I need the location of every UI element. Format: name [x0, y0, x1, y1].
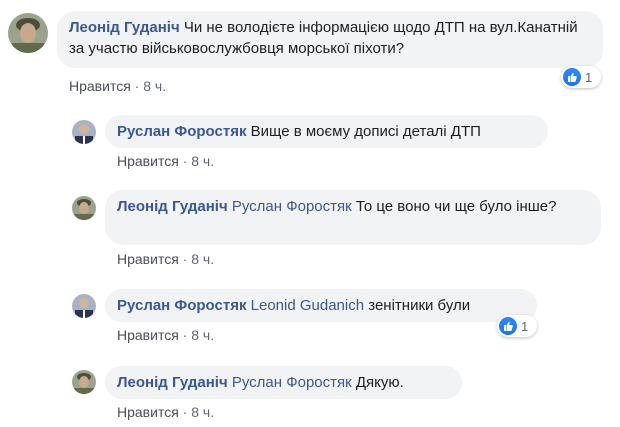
- comment-author[interactable]: Леонід Гуданіч: [69, 19, 180, 36]
- like-button[interactable]: Нравится: [117, 251, 179, 267]
- comment-text: Дякую.: [355, 374, 404, 391]
- avatar[interactable]: [8, 13, 48, 53]
- comment-mention[interactable]: Руслан Форостяк: [232, 198, 352, 215]
- comment-bubble: Руслан Форостяк Вище в моєму дописі дета…: [105, 115, 548, 148]
- reaction-number: 1: [585, 69, 593, 85]
- timestamp[interactable]: 8 ч.: [143, 78, 166, 94]
- comment-actions: Нравится · 8 ч.: [117, 251, 215, 267]
- comment-bubble: Руслан Форостяк Leonid Gudanich зенітник…: [105, 289, 537, 322]
- reaction-number: 1: [521, 318, 529, 334]
- avatar[interactable]: [72, 120, 96, 144]
- like-thumb-icon: [563, 68, 581, 86]
- comment-actions: Нравится · 8 ч.: [69, 78, 167, 94]
- comment-actions: Нравится · 8 ч.: [117, 404, 215, 420]
- comment-author[interactable]: Леонід Гуданіч: [117, 374, 228, 391]
- avatar-soldier-icon: [8, 13, 48, 53]
- like-button[interactable]: Нравится: [117, 327, 179, 343]
- comment-author[interactable]: Руслан Форостяк: [117, 123, 246, 140]
- avatar[interactable]: [72, 196, 96, 220]
- comment-actions: Нравится · 8 ч.: [117, 153, 215, 169]
- avatar-soldier-icon: [72, 370, 96, 394]
- like-button[interactable]: Нравится: [117, 153, 179, 169]
- reaction-count[interactable]: 1: [497, 315, 537, 337]
- comment-author[interactable]: Руслан Форостяк: [117, 297, 246, 314]
- avatar-soldier-icon: [72, 196, 96, 220]
- like-button[interactable]: Нравится: [69, 78, 131, 94]
- like-thumb-icon: [499, 317, 517, 335]
- avatar-suit-icon: [72, 120, 96, 144]
- avatar[interactable]: [72, 370, 96, 394]
- timestamp[interactable]: 8 ч.: [191, 327, 214, 343]
- avatar[interactable]: [72, 294, 96, 318]
- comment-bubble: Леонід Гуданіч Руслан Форостяк То це вон…: [105, 190, 601, 245]
- comment-text: Вище в моєму дописі деталі ДТП: [250, 123, 481, 140]
- comment-text: То це воно чи ще було інше?: [355, 198, 557, 215]
- comment-actions: Нравится · 8 ч.: [117, 327, 215, 343]
- comment-mention[interactable]: Руслан Форостяк: [232, 374, 352, 391]
- reaction-count[interactable]: 1: [561, 66, 601, 88]
- comment-text: зенітники були: [368, 297, 471, 314]
- comment-bubble: Леонід Гуданіч Чи не володієте інформаці…: [57, 11, 603, 68]
- timestamp[interactable]: 8 ч.: [191, 251, 214, 267]
- timestamp[interactable]: 8 ч.: [191, 404, 214, 420]
- avatar-suit-icon: [72, 294, 96, 318]
- like-button[interactable]: Нравится: [117, 404, 179, 420]
- comment-mention[interactable]: Leonid Gudanich: [251, 297, 364, 314]
- comment-author[interactable]: Леонід Гуданіч: [117, 198, 228, 215]
- comment-bubble: Леонід Гуданіч Руслан Форостяк Дякую.: [105, 366, 462, 399]
- timestamp[interactable]: 8 ч.: [191, 153, 214, 169]
